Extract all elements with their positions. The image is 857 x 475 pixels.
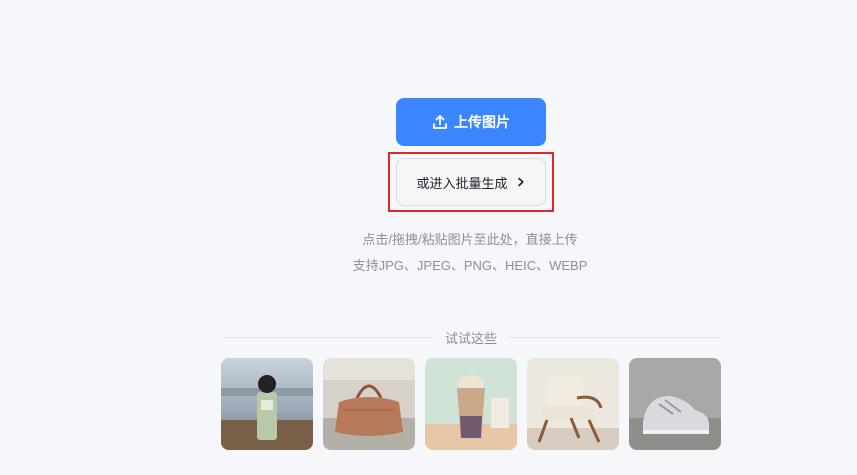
chevron-right-icon [516, 177, 526, 187]
sample-image-drink[interactable] [425, 358, 517, 450]
divider-line-right [507, 336, 722, 338]
upload-button-label: 上传图片 [454, 114, 510, 130]
batch-generate-button[interactable]: 或进入批量生成 [396, 158, 546, 206]
upload-icon [432, 114, 448, 130]
supported-formats: 支持JPG、JPEG、PNG、HEIC、WEBP [352, 258, 588, 273]
sample-image-sneaker[interactable] [629, 358, 721, 450]
samples-divider: 试试这些 [221, 328, 722, 346]
batch-button-label: 或进入批量生成 [416, 175, 508, 191]
sample-image-handbag[interactable] [323, 358, 415, 450]
divider-line-left [221, 336, 435, 338]
upload-hint: 点击/拖拽/粘贴图片至此处，直接上传 [362, 232, 578, 247]
samples-title: 试试这些 [445, 330, 498, 346]
sample-image-perfume[interactable] [221, 358, 313, 450]
sample-image-armchair[interactable] [527, 358, 619, 450]
upload-image-button[interactable]: 上传图片 [396, 98, 546, 146]
